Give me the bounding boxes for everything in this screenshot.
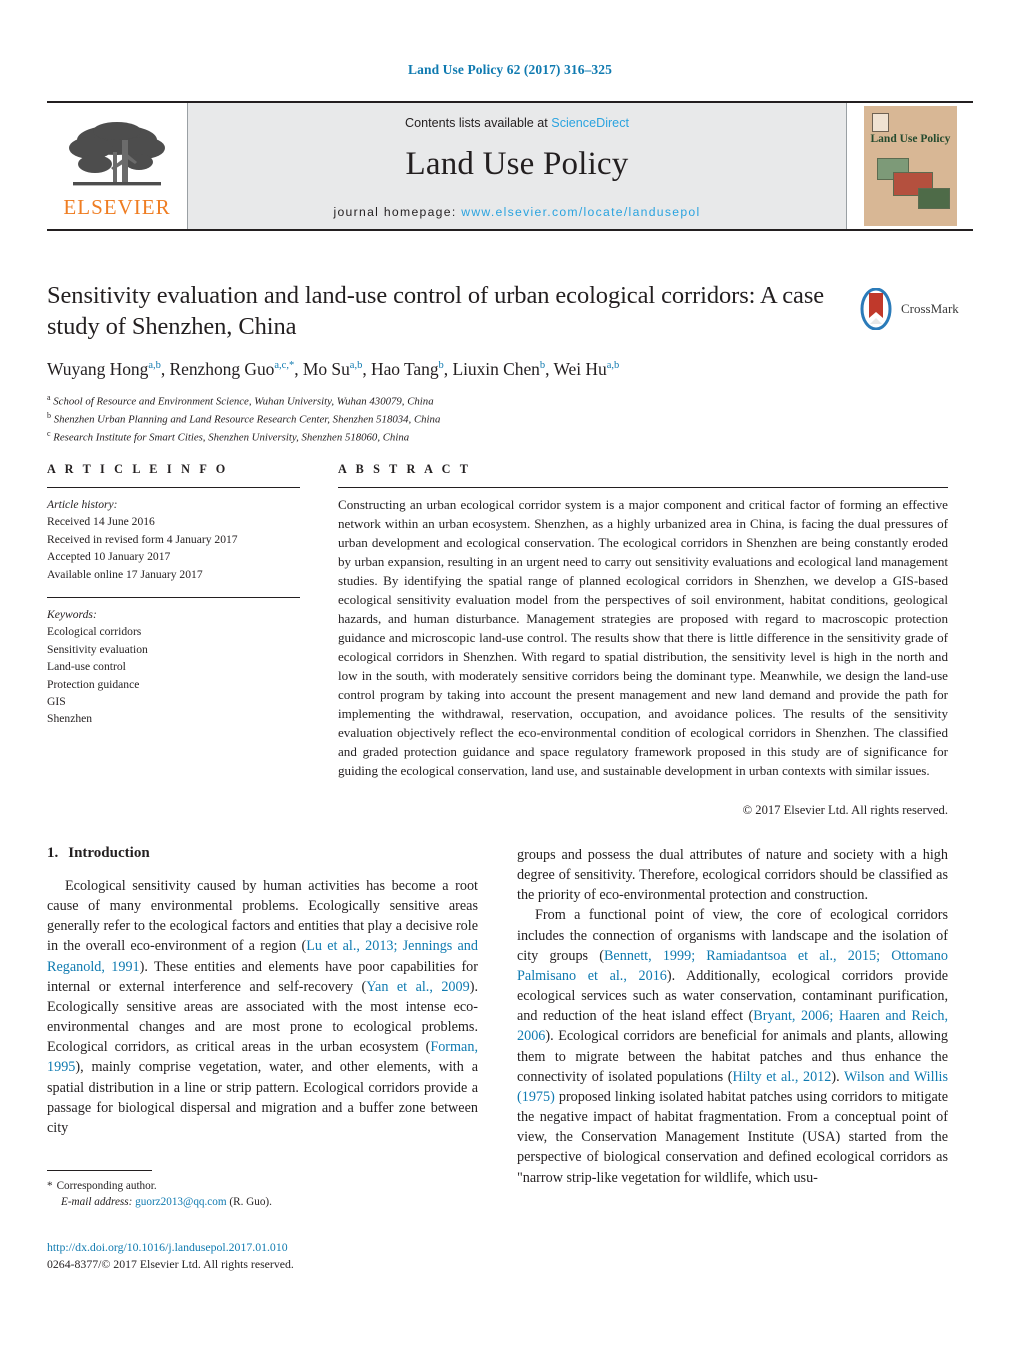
affiliation-marker: a [47, 392, 51, 402]
body-right-column: groups and possess the dual attributes o… [517, 845, 948, 1205]
masthead-center: Contents lists available at ScienceDirec… [187, 103, 847, 229]
citation-link[interactable]: Yan et al., 2009 [366, 979, 469, 995]
affiliation-item: b Shenzhen Urban Planning and Land Resou… [47, 410, 847, 428]
asterisk-icon: * [47, 1180, 53, 1192]
affiliation-marker: c [47, 428, 51, 438]
article-info-column: A R T I C L E I N F O Article history: R… [47, 462, 300, 818]
doi-block: http://dx.doi.org/10.1016/j.landusepol.2… [47, 1239, 547, 1272]
page-title: Sensitivity evaluation and land-use cont… [47, 282, 825, 341]
affiliation-text: Research Institute for Smart Cities, She… [53, 431, 410, 444]
email-note: E-mail address: guorz2013@qq.com (R. Guo… [47, 1194, 478, 1210]
history-item: Accepted 10 January 2017 [47, 550, 171, 564]
affiliation-marker: b [47, 410, 51, 420]
column-gap [300, 462, 338, 818]
elsevier-logo: ELSEVIER [47, 103, 187, 229]
abstract-heading: A B S T R A C T [338, 462, 472, 476]
cover-journal-title: Land Use Policy [870, 133, 951, 145]
body-left-column: 1. Introduction Ecological sensitivity ca… [47, 845, 478, 1205]
issn-copyright-line: 0264-8377/© 2017 Elsevier Ltd. All right… [47, 1256, 294, 1271]
article-info-rule-top [47, 487, 300, 488]
crossmark-badge[interactable]: CrossMark [856, 286, 960, 332]
abstract-column: A B S T R A C T Constructing an urban ec… [338, 462, 948, 818]
affiliation-item: c Research Institute for Smart Cities, S… [47, 428, 847, 446]
homepage-prefix: journal homepage: [333, 204, 462, 219]
footnote-rule [47, 1170, 152, 1171]
keyword-item: Protection guidance [47, 677, 140, 691]
cover-image-bottom [917, 188, 950, 209]
paragraph-text: ), mainly comprise vegetation, water, an… [47, 1059, 478, 1136]
email-suffix: (R. Guo). [229, 1196, 272, 1209]
contents-available-line: Contents lists available at ScienceDirec… [405, 116, 629, 130]
keyword-item: Sensitivity evaluation [47, 642, 148, 656]
article-history-label: Article history: [47, 498, 118, 511]
keyword-item: GIS [47, 694, 66, 708]
history-item: Received 14 June 2016 [47, 515, 155, 529]
abstract-text: Constructing an urban ecological corrido… [338, 497, 948, 778]
history-item: Available online 17 January 2017 [47, 567, 203, 581]
corresponding-author-label: Corresponding author. [56, 1180, 157, 1192]
journal-homepage-link[interactable]: www.elsevier.com/locate/landusepol [461, 205, 700, 219]
paragraph: Ecological sensitivity caused by human a… [47, 876, 478, 1138]
article-history-block: Article history: Received 14 June 2016 R… [47, 496, 300, 583]
affiliation-list: a School of Resource and Environment Sci… [47, 392, 847, 446]
affiliation-text: Shenzhen Urban Planning and Land Resourc… [53, 413, 441, 426]
history-item: Received in revised form 4 January 2017 [47, 532, 238, 546]
sciencedirect-link[interactable]: ScienceDirect [551, 116, 629, 130]
abstract-copyright: © 2017 Elsevier Ltd. All rights reserved… [742, 802, 948, 817]
paragraph: From a functional point of view, the cor… [517, 905, 948, 1187]
elsevier-tree-icon [69, 122, 165, 186]
journal-masthead: ELSEVIER Contents lists available at Sci… [47, 101, 973, 231]
keywords-label: Keywords: [47, 607, 97, 621]
doi-link[interactable]: http://dx.doi.org/10.1016/j.landusepol.2… [47, 1240, 288, 1254]
keyword-item: Land-use control [47, 660, 126, 674]
paragraph: groups and possess the dual attributes o… [517, 845, 948, 905]
cover-publisher-logo-icon [871, 113, 889, 132]
email-address-label: E-mail address: [61, 1196, 133, 1209]
title-block: Sensitivity evaluation and land-use cont… [47, 280, 847, 445]
keyword-item: Shenzhen [47, 712, 93, 726]
contents-prefix: Contents lists available at [404, 115, 552, 130]
affiliation-text: School of Resource and Environment Scien… [53, 395, 434, 408]
keywords-block: Keywords: Ecological corridors Sensitivi… [47, 596, 300, 728]
article-info-heading: A R T I C L E I N F O [47, 462, 229, 476]
paragraph-text: proposed linking isolated habitat patche… [517, 1088, 948, 1186]
info-abstract-row: A R T I C L E I N F O Article history: R… [47, 462, 948, 818]
journal-title: Land Use Policy [405, 145, 629, 182]
citation-link[interactable]: Hilty et al., 2012 [732, 1069, 831, 1085]
body-columns: 1. Introduction Ecological sensitivity ca… [47, 845, 948, 1205]
paragraph-text: ). [831, 1068, 844, 1085]
running-head: Land Use Policy 62 (2017) 316–325 [408, 62, 612, 77]
author-list: Wuyang Honga,b, Renzhong Guoa,c,*, Mo Su… [47, 358, 620, 379]
journal-cover-thumbnail: Land Use Policy [863, 106, 957, 226]
paper-page: Land Use Policy 62 (2017) 316–325 ELSEVI… [0, 0, 1020, 1351]
corresponding-author-note: * Corresponding author. [47, 1178, 478, 1194]
journal-homepage-line: journal homepage: www.elsevier.com/locat… [333, 205, 700, 219]
body-column-gap [478, 845, 517, 1205]
crossmark-icon [860, 288, 892, 330]
email-link[interactable]: guorz2013@qq.com [135, 1196, 226, 1208]
keywords-rule [47, 596, 300, 598]
abstract-rule-top [338, 487, 948, 488]
section-number: 1. [47, 845, 59, 861]
affiliation-item: a School of Resource and Environment Sci… [47, 392, 847, 410]
footnote-block: * Corresponding author. E-mail address: g… [47, 1170, 478, 1210]
elsevier-wordmark: ELSEVIER [63, 195, 171, 219]
section-title: Introduction [68, 845, 150, 861]
crossmark-label: CrossMark [901, 301, 959, 316]
section-heading-introduction: 1. Introduction [47, 845, 478, 862]
masthead-right: Land Use Policy [847, 103, 973, 229]
keyword-item: Ecological corridors [47, 625, 142, 639]
paragraph-text: groups and possess the dual attributes o… [517, 847, 948, 904]
